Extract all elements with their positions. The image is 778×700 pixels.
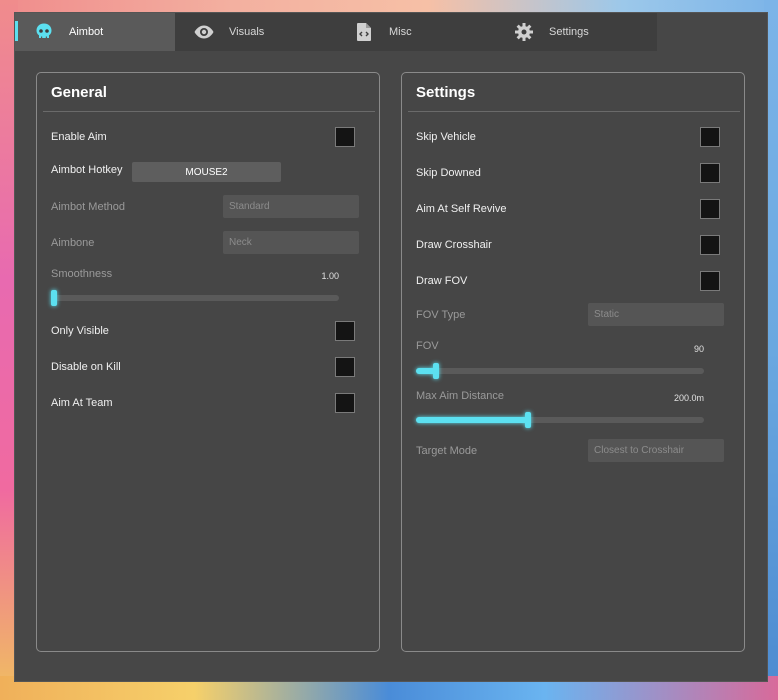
max-aim-distance-slider-fill — [416, 417, 528, 423]
tab-bar: Aimbot Visuals Misc Settings — [15, 13, 767, 51]
file-code-icon — [353, 21, 375, 43]
tab-misc-label: Misc — [389, 26, 412, 38]
disable-on-kill-label: Disable on Kill — [51, 361, 121, 373]
smoothness-slider-handle[interactable] — [51, 290, 57, 306]
aimbot-hotkey-button[interactable]: MOUSE2 — [132, 162, 281, 182]
draw-crosshair-checkbox[interactable] — [700, 235, 720, 255]
divider — [408, 111, 740, 112]
max-aim-distance-value: 200.0m — [673, 393, 704, 403]
general-panel: General Enable Aim Aimbot Hotkey MOUSE2 … — [36, 72, 380, 652]
aimbot-method-label: Aimbot Method — [51, 201, 125, 213]
target-mode-label: Target Mode — [416, 445, 478, 457]
tab-visuals[interactable]: Visuals — [175, 13, 335, 51]
fov-type-label: FOV Type — [416, 309, 466, 321]
aimbot-hotkey-label: Aimbot Hotkey — [51, 164, 123, 176]
aim-at-self-revive-checkbox[interactable] — [700, 199, 720, 219]
smoothness-value: 1.00 — [321, 271, 339, 281]
fov-type-select[interactable]: Static — [588, 303, 724, 326]
settings-panel-title: Settings — [416, 84, 476, 101]
max-aim-distance-label: Max Aim Distance — [416, 390, 505, 402]
skull-icon — [33, 21, 55, 43]
enable-aim-checkbox[interactable] — [335, 127, 355, 147]
only-visible-checkbox[interactable] — [335, 321, 355, 341]
aimbone-select[interactable]: Neck — [223, 231, 359, 254]
aim-at-self-revive-label: Aim At Self Revive — [416, 203, 507, 215]
skip-vehicle-checkbox[interactable] — [700, 127, 720, 147]
fov-slider[interactable] — [416, 363, 704, 379]
divider — [43, 111, 375, 112]
general-panel-title: General — [51, 84, 107, 101]
enable-aim-label: Enable Aim — [51, 131, 107, 143]
tab-aimbot-label: Aimbot — [69, 26, 104, 38]
tab-settings[interactable]: Settings — [495, 13, 657, 51]
tab-visuals-label: Visuals — [229, 26, 265, 38]
settings-panel: Settings Skip Vehicle Skip Downed Aim At… — [401, 72, 745, 652]
aim-at-team-label: Aim At Team — [51, 397, 113, 409]
max-aim-distance-slider-handle[interactable] — [525, 412, 531, 428]
cheat-menu-window: Aimbot Visuals Misc Settings General Ena… — [14, 12, 768, 682]
active-tab-indicator — [15, 21, 18, 41]
eye-icon — [193, 21, 215, 43]
skip-downed-checkbox[interactable] — [700, 163, 720, 183]
fov-slider-handle[interactable] — [433, 363, 439, 379]
draw-fov-checkbox[interactable] — [700, 271, 720, 291]
tab-settings-label: Settings — [549, 26, 589, 38]
tab-misc[interactable]: Misc — [335, 13, 495, 51]
draw-fov-label: Draw FOV — [416, 275, 468, 287]
skip-vehicle-label: Skip Vehicle — [416, 131, 476, 143]
smoothness-label: Smoothness — [51, 268, 113, 280]
gear-icon — [513, 21, 535, 43]
tab-aimbot[interactable]: Aimbot — [15, 13, 175, 51]
target-mode-select[interactable]: Closest to Crosshair — [588, 439, 724, 462]
aimbone-label: Aimbone — [51, 237, 95, 249]
draw-crosshair-label: Draw Crosshair — [416, 239, 492, 251]
only-visible-label: Only Visible — [51, 325, 109, 337]
fov-label: FOV — [416, 340, 439, 352]
skip-downed-label: Skip Downed — [416, 167, 481, 179]
smoothness-slider[interactable] — [51, 290, 339, 306]
aimbot-method-select[interactable]: Standard — [223, 195, 359, 218]
aim-at-team-checkbox[interactable] — [335, 393, 355, 413]
fov-value: 90 — [693, 344, 704, 354]
max-aim-distance-slider[interactable] — [416, 412, 704, 428]
disable-on-kill-checkbox[interactable] — [335, 357, 355, 377]
